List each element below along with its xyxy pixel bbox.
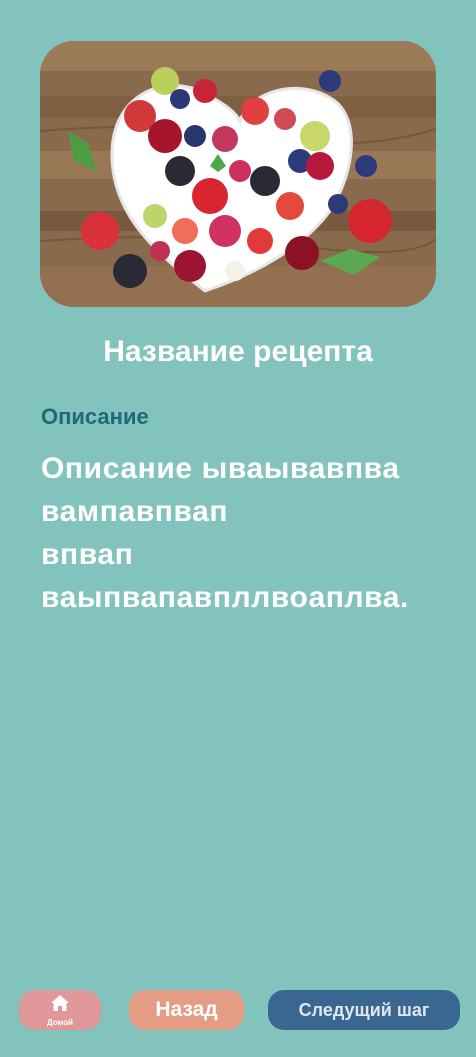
- description-label: Описание: [41, 404, 149, 429]
- home-icon: [50, 994, 70, 1017]
- next-step-button[interactable]: Следущий шаг: [268, 990, 460, 1030]
- home-button[interactable]: Домой: [19, 990, 101, 1030]
- recipe-title: Название рецепта: [103, 335, 373, 368]
- recipe-image: [40, 41, 436, 307]
- back-button[interactable]: Назад: [129, 990, 244, 1030]
- description-text: Описание ываывавпва вампавпвап впвап ваы…: [41, 452, 409, 614]
- home-button-label: Домой: [46, 1017, 74, 1027]
